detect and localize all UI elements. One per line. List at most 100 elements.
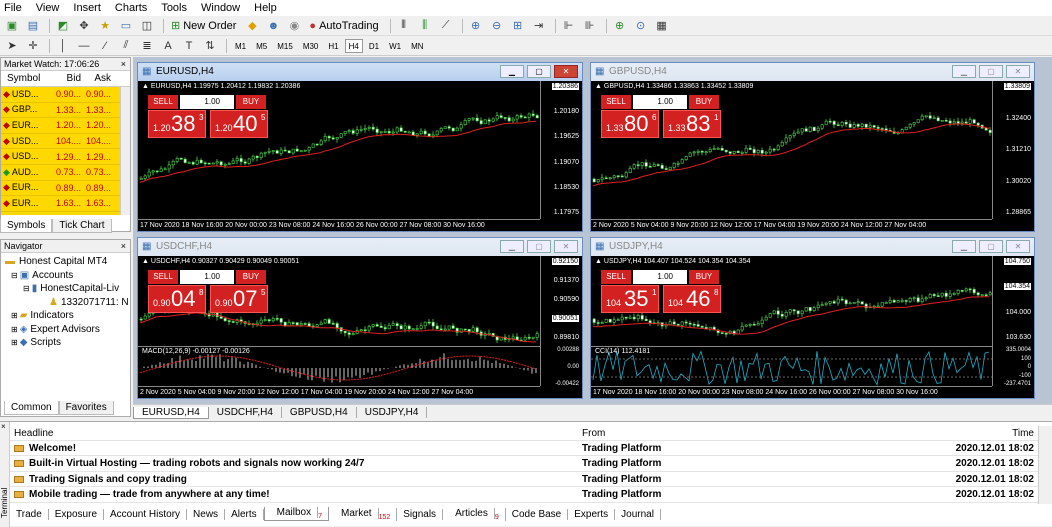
message-row[interactable]: Trading Signals and copy trading Trading … bbox=[10, 472, 1038, 487]
crosshair-icon[interactable]: ✛ bbox=[24, 38, 42, 54]
market-watch-row[interactable]: ◆ USD... 1.29... 1.29... bbox=[1, 149, 130, 165]
market-watch-row[interactable]: ◆ USD... 0.90... 0.90... bbox=[1, 87, 130, 103]
nav-indicators[interactable]: ⊞ ▰ Indicators bbox=[5, 309, 130, 323]
horizontal-line-icon[interactable]: ― bbox=[75, 38, 93, 54]
buy-button[interactable]: BUY bbox=[236, 95, 266, 109]
autotrading-button[interactable]: ● AutoTrading bbox=[306, 18, 381, 34]
price-axis[interactable]: 1.20386 1.20180 1.19625 1.19070 1.18530 1.179… bbox=[540, 81, 582, 219]
maximize-icon[interactable]: ▢ bbox=[979, 65, 1003, 78]
sell-button[interactable]: SELL bbox=[148, 270, 178, 284]
time-axis[interactable]: 17 Nov 2020 18 Nov 16:00 20 Nov 00:00 23… bbox=[138, 219, 540, 231]
tab-symbols[interactable]: Symbols bbox=[0, 219, 53, 233]
text-label-icon[interactable]: T bbox=[180, 38, 198, 54]
lot-size-input[interactable]: 1.00 bbox=[633, 95, 687, 109]
chart-shift-icon[interactable]: ⊩ bbox=[560, 18, 578, 34]
minimize-icon[interactable]: ▁ bbox=[500, 65, 524, 78]
buy-price[interactable]: 104 46 8 bbox=[663, 285, 721, 313]
chart-canvas[interactable]: MACD(12,26,9) -0.00127 -0.00126 ▲ USDCHF,… bbox=[138, 256, 582, 398]
menu-tools[interactable]: Tools bbox=[161, 2, 187, 14]
tf-m15[interactable]: M15 bbox=[273, 39, 297, 53]
nav-accounts[interactable]: ⊟ ▣ Accounts bbox=[5, 269, 130, 283]
trendline-icon[interactable]: ⁄ bbox=[96, 38, 114, 54]
tf-w1[interactable]: W1 bbox=[385, 39, 405, 53]
tab-account-history[interactable]: Account History bbox=[104, 508, 188, 520]
sell-button[interactable]: SELL bbox=[148, 95, 178, 109]
tab-tick-chart[interactable]: Tick Chart bbox=[52, 219, 112, 233]
col-time[interactable]: Time bbox=[938, 428, 1038, 439]
buy-price[interactable]: 1.33 83 1 bbox=[663, 110, 721, 138]
menu-window[interactable]: Window bbox=[201, 2, 240, 14]
tab-mailbox[interactable]: Mailbox 7 bbox=[263, 507, 329, 521]
price-axis[interactable]: 104.750 104.354 104.000 103.630 335.0004 100 0… bbox=[992, 256, 1034, 387]
maximize-icon[interactable]: ▢ bbox=[527, 240, 551, 253]
menu-insert[interactable]: Insert bbox=[73, 2, 101, 14]
tab-market[interactable]: Market 152 bbox=[329, 507, 398, 521]
tab-common[interactable]: Common bbox=[4, 401, 59, 415]
tab-signals[interactable]: Signals bbox=[397, 508, 444, 520]
meta-editor-icon[interactable]: ◆ bbox=[243, 18, 261, 34]
fibonacci-icon[interactable]: ≣ bbox=[138, 38, 156, 54]
collapse-icon[interactable]: ▲ bbox=[142, 258, 149, 265]
tester-icon[interactable]: ◫ bbox=[138, 18, 156, 34]
signals-icon[interactable]: ◉ bbox=[285, 18, 303, 34]
chart-canvas[interactable]: ▲ GBPUSD,H4 1.33486 1.33863 1.33452 1.33… bbox=[591, 81, 1034, 231]
nav-account-item[interactable]: ♟ 1332071711: N bbox=[5, 296, 130, 310]
message-row[interactable]: Mobile trading — trade from anywhere at … bbox=[10, 488, 1038, 503]
close-icon[interactable]: × bbox=[121, 240, 126, 253]
chart-tab-eurusd[interactable]: EURUSD,H4 bbox=[133, 406, 209, 419]
candlestick-icon[interactable]: ⫼ bbox=[416, 18, 434, 34]
lot-size-input[interactable]: 1.00 bbox=[633, 270, 687, 284]
new-order-button[interactable]: ⊞ New Order bbox=[168, 18, 239, 34]
nav-scripts[interactable]: ⊞ ◆ Scripts bbox=[5, 336, 130, 350]
tf-d1[interactable]: D1 bbox=[365, 39, 383, 53]
chart-window[interactable]: ▦ USDJPY,H4 ▁ ▢ ✕ CCI(14) 112.4181 ▲ USDJPY,H4… bbox=[590, 237, 1035, 399]
autoscroll-icon[interactable]: ⇥ bbox=[530, 18, 548, 34]
buy-button[interactable]: BUY bbox=[689, 270, 719, 284]
tf-m30[interactable]: M30 bbox=[299, 39, 323, 53]
close-icon[interactable]: ✕ bbox=[554, 240, 578, 253]
minimize-icon[interactable]: ▁ bbox=[952, 65, 976, 78]
terminal-scrollbar[interactable] bbox=[1038, 426, 1052, 504]
market-watch-row[interactable]: ◆ USD... 104.... 104.... bbox=[1, 133, 130, 150]
data-window-icon[interactable]: ✥ bbox=[75, 18, 93, 34]
close-icon[interactable]: ✕ bbox=[1006, 240, 1030, 253]
close-icon[interactable]: × bbox=[0, 422, 9, 431]
market-watch-row[interactable]: ◆ EUR... 1.20... 1.20... bbox=[1, 118, 130, 134]
market-watch-row[interactable]: ◆ EUR... 1.63... 1.63... bbox=[1, 196, 130, 212]
tf-m1[interactable]: M1 bbox=[231, 39, 250, 53]
close-icon[interactable]: ✕ bbox=[554, 65, 578, 78]
price-axis[interactable]: 0.92150 0.91370 0.90590 0.90051 0.89810 0.002… bbox=[540, 256, 582, 387]
maximize-icon[interactable]: ▢ bbox=[527, 65, 551, 78]
market-watch-row[interactable]: ◆ EUR... 0.89... 0.89... bbox=[1, 180, 130, 197]
sell-button[interactable]: SELL bbox=[601, 270, 631, 284]
tab-articles[interactable]: Articles 9 bbox=[443, 507, 506, 521]
menu-charts[interactable]: Charts bbox=[115, 2, 147, 14]
tab-journal[interactable]: Journal bbox=[615, 508, 661, 520]
menu-help[interactable]: Help bbox=[254, 2, 277, 14]
cursor-icon[interactable]: ➤ bbox=[3, 38, 21, 54]
chart-window[interactable]: ▦ GBPUSD,H4 ▁ ▢ ✕ ▲ GBPUSD,H4 1.33486 1.33863… bbox=[590, 62, 1035, 232]
lot-size-input[interactable]: 1.00 bbox=[180, 270, 234, 284]
tile-windows-icon[interactable]: ⊞ bbox=[509, 18, 527, 34]
chart-window-title[interactable]: ▦ USDCHF,H4 ▁ ▢ ✕ bbox=[138, 238, 582, 256]
tab-alerts[interactable]: Alerts bbox=[225, 508, 264, 520]
col-bid[interactable]: Bid bbox=[49, 73, 81, 84]
channel-icon[interactable]: ⫽ bbox=[117, 38, 135, 54]
market-watch-scrollbar[interactable] bbox=[120, 87, 130, 215]
sell-price[interactable]: 0.90 04 8 bbox=[148, 285, 206, 313]
line-chart-icon[interactable]: ⟋ bbox=[437, 18, 455, 34]
col-headline[interactable]: Headline bbox=[10, 428, 578, 439]
sell-price[interactable]: 104 35 1 bbox=[601, 285, 659, 313]
community-icon[interactable]: ☻ bbox=[264, 18, 282, 34]
tab-news[interactable]: News bbox=[187, 508, 226, 520]
tab-trade[interactable]: Trade bbox=[10, 508, 49, 520]
buy-button[interactable]: BUY bbox=[236, 270, 266, 284]
collapse-icon[interactable]: ▲ bbox=[595, 258, 602, 265]
message-row[interactable]: Welcome! Trading Platform 2020.12.01 18:02 bbox=[10, 441, 1038, 456]
tf-mn[interactable]: MN bbox=[407, 39, 427, 53]
price-axis[interactable]: 1.33809 1.32400 1.31210 1.30020 1.28865 bbox=[992, 81, 1034, 219]
tab-exposure[interactable]: Exposure bbox=[49, 508, 105, 520]
chart-window-title[interactable]: ▦ USDJPY,H4 ▁ ▢ ✕ bbox=[591, 238, 1034, 256]
chart-shift2-icon[interactable]: ⊪ bbox=[581, 18, 599, 34]
sell-price[interactable]: 1.20 38 3 bbox=[148, 110, 206, 138]
